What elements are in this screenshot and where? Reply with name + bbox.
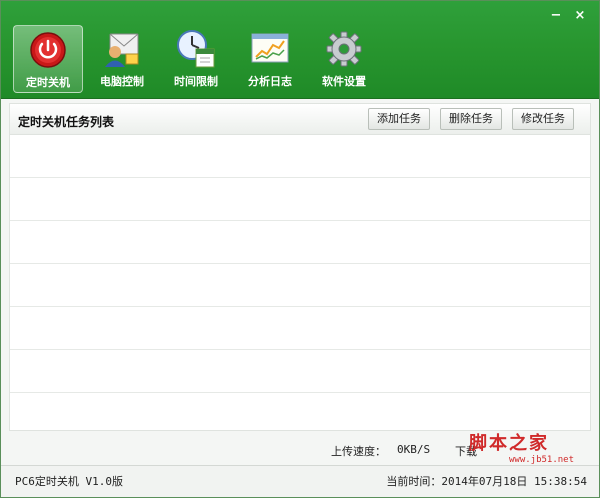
tool-label: 定时关机 [26, 76, 70, 89]
tool-label: 时间限制 [174, 75, 218, 88]
minimize-button[interactable]: − [549, 9, 563, 23]
tool-label: 电脑控制 [100, 75, 144, 88]
list-item[interactable] [10, 178, 590, 221]
list-item[interactable] [10, 135, 590, 178]
add-task-button[interactable]: 添加任务 [368, 108, 430, 130]
watermark-text: 脚本之家 [469, 433, 549, 454]
window-controls: − × [549, 9, 587, 23]
main-toolbar: 定时关机 电脑控制 时间限制 分析日志 软件设置 [13, 25, 379, 93]
tool-label: 软件设置 [322, 75, 366, 88]
mail-user-icon [101, 29, 143, 69]
tool-pc-control[interactable]: 电脑控制 [87, 25, 157, 93]
close-button[interactable]: × [573, 9, 587, 23]
task-list-header: 定时关机任务列表 添加任务 删除任务 修改任务 [9, 103, 591, 135]
tool-analysis-log[interactable]: 分析日志 [235, 25, 305, 93]
status-bar: PC6定时关机 V1.0版 当前时间：2014年07月18日 15:38:54 [1, 465, 599, 497]
tool-time-limit[interactable]: 时间限制 [161, 25, 231, 93]
upload-speed-value: 0KB/S [397, 443, 431, 456]
current-time: 当前时间：2014年07月18日 15:38:54 [386, 475, 587, 488]
list-item[interactable] [10, 264, 590, 307]
list-item[interactable] [10, 307, 590, 350]
watermark-logo: 脚本之家 www.jb51.net [469, 429, 574, 465]
tool-scheduled-shutdown[interactable]: 定时关机 [13, 25, 83, 93]
gear-icon [323, 29, 365, 69]
task-list-title: 定时关机任务列表 [18, 115, 115, 129]
version-text: PC6定时关机 V1.0版 [15, 475, 123, 488]
tool-label: 分析日志 [248, 75, 292, 88]
tool-software-settings[interactable]: 软件设置 [309, 25, 379, 93]
watermark-url: www.jb51.net [509, 455, 575, 465]
header-toolbar: − × 定时关机 电脑控制 时间限制 分析日志 软件设置 [1, 1, 599, 99]
task-list[interactable] [9, 135, 591, 431]
upload-speed-label: 上传速度： [331, 445, 386, 458]
app-window: − × 定时关机 电脑控制 时间限制 分析日志 软件设置 定时关机任务列表 添加… [0, 0, 600, 498]
task-buttons: 添加任务 删除任务 修改任务 [368, 108, 574, 130]
clock-calendar-icon [175, 29, 217, 69]
power-icon [27, 30, 69, 70]
edit-task-button[interactable]: 修改任务 [512, 108, 574, 130]
chart-window-icon [249, 29, 291, 69]
list-item[interactable] [10, 221, 590, 264]
delete-task-button[interactable]: 删除任务 [440, 108, 502, 130]
list-item[interactable] [10, 350, 590, 393]
